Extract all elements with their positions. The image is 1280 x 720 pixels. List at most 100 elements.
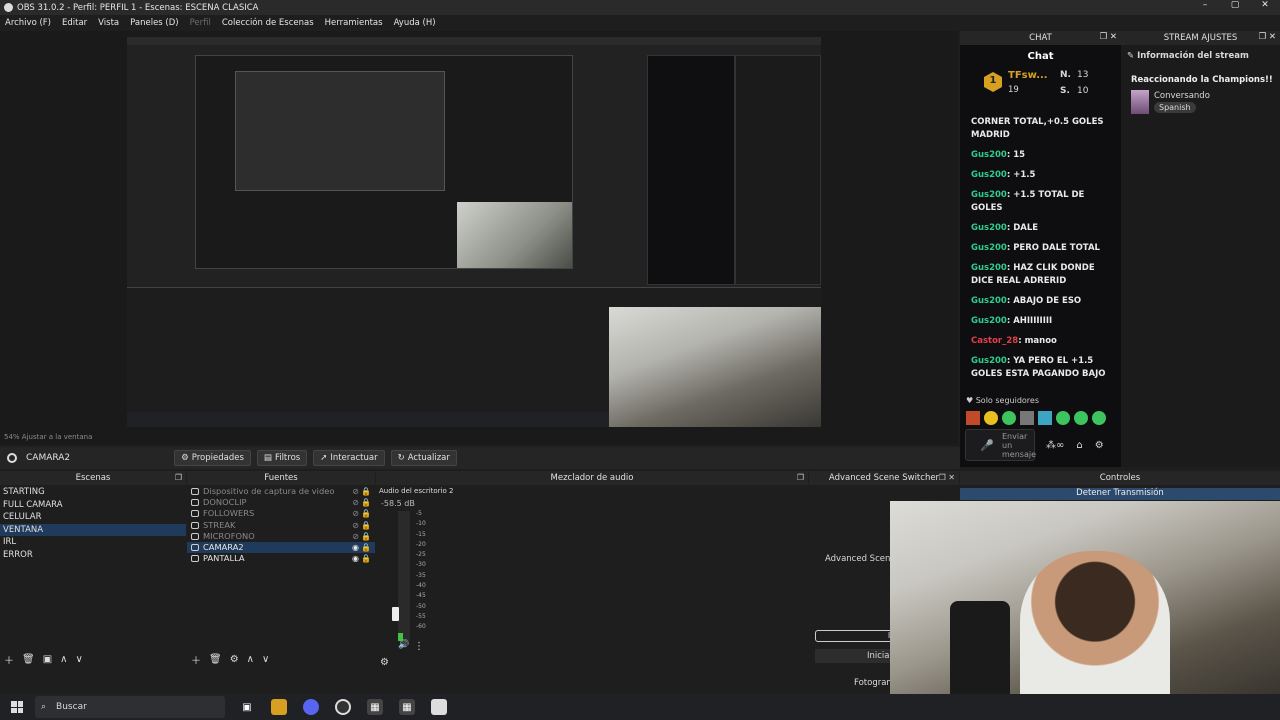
close-button[interactable]: ✕ (1250, 0, 1280, 10)
undock-icon[interactable]: ❐ (175, 473, 182, 482)
menu-archivo[interactable]: Archivo (F) (5, 18, 51, 28)
chat-input[interactable]: 🎤 Enviar un mensaje (965, 429, 1036, 461)
stream-title[interactable]: Reaccionando la Champions!! (1131, 75, 1280, 85)
eye-hidden-icon[interactable]: ⊘ (352, 497, 359, 508)
source-row[interactable]: STREAK ⊘ 🔒 (187, 520, 375, 531)
undock-icon[interactable]: ❐ (797, 473, 804, 482)
scene-item[interactable]: CELULAR (0, 511, 186, 524)
filters-button[interactable]: ▤ Filtros (256, 450, 308, 466)
app-icon[interactable]: ▦ (367, 699, 383, 715)
lock-icon[interactable]: 🔒 (361, 520, 371, 531)
stop-stream-button[interactable]: Detener Transmisión (960, 488, 1280, 500)
chat-username[interactable]: Gus200 (971, 223, 1007, 233)
scene-item[interactable]: ERROR (0, 549, 186, 562)
scene-item[interactable]: STARTING (0, 486, 186, 499)
lock-icon[interactable]: 🔒 (361, 486, 371, 497)
scene-item[interactable]: FULL CAMARA (0, 499, 186, 512)
minimize-button[interactable]: – (1190, 0, 1220, 10)
notepad-icon[interactable] (431, 699, 447, 715)
emote-icon[interactable] (1002, 411, 1016, 425)
eye-hidden-icon[interactable]: ⊘ (352, 531, 359, 542)
lock-icon[interactable]: 🔒 (361, 508, 371, 519)
mute-icon[interactable]: 🔊 (398, 640, 409, 650)
source-row[interactable]: Dispositivo de captura de video ⊘ 🔒 (187, 486, 375, 497)
emote-icon[interactable] (1056, 411, 1070, 425)
maximize-button[interactable]: ▢ (1220, 0, 1250, 10)
menu-editar[interactable]: Editar (62, 18, 87, 28)
add-icon[interactable]: ＋ (4, 652, 14, 667)
add-icon[interactable]: ＋ (191, 652, 201, 667)
emote-icon[interactable] (1092, 411, 1106, 425)
source-row[interactable]: FOLLOWERS ⊘ 🔒 (187, 508, 375, 519)
eye-hidden-icon[interactable]: ⊘ (352, 520, 359, 531)
lock-icon[interactable]: 🔒 (361, 531, 371, 542)
lock-icon[interactable]: 🔒 (361, 542, 371, 553)
up-icon[interactable]: ∧ (60, 654, 67, 665)
eye-icon[interactable]: ◉ (352, 542, 359, 553)
emote-icon[interactable] (1074, 411, 1088, 425)
chat-username[interactable]: Gus200 (971, 316, 1007, 326)
obs-icon[interactable] (335, 699, 351, 715)
chat-username[interactable]: Gus200 (971, 150, 1007, 160)
down-icon[interactable]: ∨ (262, 654, 269, 665)
chat-username[interactable]: Gus200 (971, 263, 1007, 273)
filter-icon[interactable]: ▣ (43, 654, 52, 665)
gear-icon[interactable]: ⚙ (230, 654, 239, 665)
down-icon[interactable]: ∨ (75, 654, 82, 665)
chat-username[interactable]: Gus200 (971, 296, 1007, 306)
source-row[interactable]: DONOCLIP ⊘ 🔒 (187, 497, 375, 508)
eye-hidden-icon[interactable]: ⊘ (352, 508, 359, 519)
menu-paneles[interactable]: Paneles (D) (130, 18, 178, 28)
taskview-icon[interactable]: ▣ (239, 699, 255, 715)
scene-item-selected[interactable]: VENTANA (0, 523, 186, 536)
scene-item[interactable]: IRL (0, 536, 186, 549)
eye-icon[interactable]: ◉ (352, 553, 359, 564)
gift-icon[interactable]: ⌂ (1076, 440, 1082, 451)
chat-username[interactable]: Gus200 (971, 190, 1007, 200)
mixer-gear-icon[interactable]: ⚙ (380, 657, 389, 668)
mic-icon[interactable]: 🎤 (980, 439, 994, 452)
properties-button[interactable]: ⚙ Propiedades (174, 450, 251, 466)
mixer-menu-icon[interactable]: ⋮ (414, 641, 424, 652)
source-row[interactable]: PANTALLA ◉ 🔒 (187, 553, 375, 564)
emote-icon[interactable] (1038, 411, 1052, 425)
undock-icon[interactable]: ❐ ✕ (1259, 32, 1276, 42)
lock-icon[interactable]: 🔒 (361, 497, 371, 508)
search-box[interactable]: ⌕ Buscar (35, 696, 225, 718)
discord-icon[interactable] (303, 699, 319, 715)
menu-herramientas[interactable]: Herramientas (325, 18, 383, 28)
zoom-label[interactable]: 54% Ajustar a la ventana (0, 433, 958, 445)
chat-username[interactable]: Castor_28 (971, 336, 1018, 346)
leader-name[interactable]: TFsw... (1008, 70, 1048, 81)
eye-hidden-icon[interactable]: ⊘ (352, 486, 359, 497)
emote-icon[interactable] (984, 411, 998, 425)
emote-icon[interactable] (966, 411, 980, 425)
chat-username[interactable]: Gus200 (971, 170, 1007, 180)
menu-coleccion[interactable]: Colección de Escenas (222, 18, 314, 28)
trash-icon[interactable]: 🗑 (209, 654, 222, 665)
language-tag[interactable]: Spanish (1154, 102, 1196, 113)
chat-username[interactable]: Gus200 (971, 356, 1007, 366)
chat-username[interactable]: Gus200 (971, 243, 1007, 253)
explorer-icon[interactable] (271, 699, 287, 715)
up-icon[interactable]: ∧ (247, 654, 254, 665)
menu-ayuda[interactable]: Ayuda (H) (394, 18, 436, 28)
interact-button[interactable]: ➚ Interactuar (313, 450, 385, 466)
close-icon[interactable]: ❐ ✕ (939, 473, 955, 482)
refresh-button[interactable]: ↻ Actualizar (390, 450, 457, 466)
lock-icon[interactable]: 🔒 (361, 553, 371, 564)
volume-slider-handle[interactable] (392, 607, 399, 621)
users-icon[interactable]: ⁂∞ (1046, 440, 1064, 451)
source-row[interactable]: CAMARA2 ◉ 🔒 (187, 541, 375, 554)
trash-icon[interactable]: 🗑 (22, 654, 35, 665)
gear-icon[interactable]: ⚙ (1095, 440, 1104, 451)
emote-icon[interactable] (1020, 411, 1034, 425)
source-row[interactable]: MICROFONO ⊘ 🔒 (187, 531, 375, 542)
close-icon[interactable]: ❐ ✕ (1100, 32, 1117, 42)
menu-perfil[interactable]: Perfil (190, 18, 211, 28)
app-icon[interactable]: ▦ (399, 699, 415, 715)
category-name[interactable]: Conversando (1154, 91, 1210, 101)
start-icon[interactable] (11, 701, 23, 713)
preview-canvas[interactable] (127, 37, 821, 427)
menu-vista[interactable]: Vista (98, 18, 119, 28)
